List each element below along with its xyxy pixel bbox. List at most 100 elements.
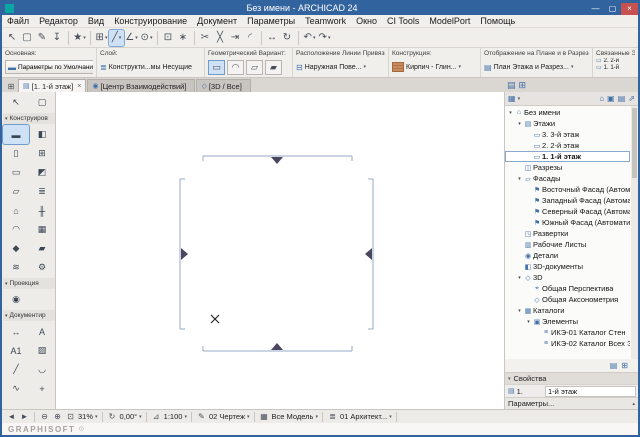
scale-value[interactable]: 1:100 [164, 412, 183, 421]
tree-expander-icon[interactable]: ▾ [516, 121, 523, 127]
plan-display-dropdown[interactable]: ▤ План Этажа и Разрез... ▾ [484, 58, 589, 76]
elevation-marker-east[interactable] [365, 178, 374, 330]
menu-item[interactable]: Документ [192, 15, 242, 28]
adjust-icon[interactable]: ⇥ [228, 30, 243, 46]
toolbar-button[interactable] [157, 30, 158, 45]
tree-item[interactable]: ◉ Детали [505, 250, 630, 261]
menu-item[interactable]: Конструирование [109, 15, 192, 28]
zoom-in-icon[interactable]: ⊕ [52, 412, 63, 421]
chevron-down-icon[interactable]: ▾ [139, 414, 142, 420]
tree-expander-icon[interactable]: ▾ [525, 319, 532, 325]
grid-snap-icon[interactable]: ⊞ ▾ [94, 30, 109, 46]
tool-curtain-wall[interactable]: ▦ [29, 220, 55, 239]
tree-item[interactable]: ▾ ◇ 3D [505, 272, 630, 283]
tree-item[interactable]: ◳ Развертки [505, 228, 630, 239]
tree-item[interactable]: ▾ ▦ Каталоги [505, 305, 630, 316]
partial-structure-value[interactable]: Все Модель [272, 412, 314, 421]
default-settings-button[interactable]: ▬ Параметры по Умолчанию [5, 60, 93, 74]
tool-object[interactable]: ⚙ [29, 258, 55, 277]
marquee-tool-icon[interactable]: ▢ [20, 30, 35, 46]
minimize-button[interactable]: — [587, 3, 604, 15]
tool-fill[interactable]: ▨ [29, 341, 55, 360]
properties-panel-header[interactable]: ▾ Свойства [505, 372, 638, 384]
toolbar-button[interactable] [194, 30, 195, 45]
tree-item[interactable]: ▾ ⌂ Без имени [505, 107, 630, 118]
geometry-trapezoid-icon[interactable]: ▱ [246, 59, 263, 75]
menu-item[interactable]: Вид [83, 15, 109, 28]
title-bar[interactable]: Без имени - ARCHICAD 24 — ▢ × [2, 2, 638, 15]
document-tab[interactable]: ▤ [1. 1-й этаж] × [18, 79, 87, 92]
floor-plan-canvas[interactable] [56, 92, 504, 409]
organizer-icon[interactable]: ⊞ [518, 80, 526, 91]
tool-hotspot[interactable]: + [29, 379, 55, 398]
tree-item[interactable]: ≡ ИКЭ-02 Каталог Всех Элемен [505, 338, 630, 349]
orientation-value[interactable]: 0,00° [120, 412, 138, 421]
layer-combination-icon[interactable]: ≣ [327, 412, 338, 421]
tree-expander-icon[interactable]: ▾ [516, 275, 523, 281]
layer-selector[interactable]: ≣ Конструкти...мы Несущие [100, 58, 201, 76]
tool-railing[interactable]: ╫ [29, 201, 55, 220]
tree-item[interactable]: ▭ 1. 1-й этаж [505, 151, 630, 162]
trim-icon[interactable]: ✂ [198, 30, 213, 46]
toolbox-section-design[interactable]: ▾ Конструиров [3, 113, 55, 124]
tool-window[interactable]: ⊞ [29, 144, 55, 163]
tool-zone[interactable]: ▰ [29, 239, 55, 258]
select-tool-icon[interactable]: ↖ [5, 30, 20, 46]
tree-scrollbar-thumb[interactable] [632, 108, 637, 178]
previous-view-icon[interactable]: ◄ [6, 412, 17, 421]
maximize-button[interactable]: ▢ [604, 3, 621, 15]
toolbox-section-projection[interactable]: ▾ Проекция [3, 278, 55, 289]
next-view-icon[interactable]: ► [19, 412, 30, 421]
pen-set-value[interactable]: 02 Чертеж [209, 412, 245, 421]
layout-book-icon[interactable]: ▤ [618, 94, 626, 103]
partial-structure-icon[interactable]: ▦ [259, 412, 270, 421]
tool-skylight[interactable]: ◩ [29, 163, 55, 182]
tool-column[interactable]: ▯ [3, 144, 29, 163]
toolbar-button[interactable] [68, 30, 69, 45]
tree-item[interactable]: ◫ Разрезы [505, 162, 630, 173]
project-map-icon[interactable]: ⌂ [599, 94, 604, 103]
favorites-icon[interactable]: ★ ▾ [72, 30, 87, 46]
tool-slab[interactable]: ▱ [3, 182, 29, 201]
fillet-icon[interactable]: ◜ [243, 30, 258, 46]
tree-expander-icon[interactable]: ▾ [516, 308, 523, 314]
close-button[interactable]: × [621, 2, 638, 15]
zoom-level-value[interactable]: 31% [78, 412, 93, 421]
tool-text[interactable]: A [29, 322, 55, 341]
redo-icon[interactable]: ↷ ▾ [317, 30, 332, 46]
menu-item[interactable]: Параметры [242, 15, 300, 28]
tree-expander-icon[interactable]: ▾ [516, 176, 523, 182]
tree-item[interactable]: ⚑ Северный Фасад (Автоматич [505, 206, 630, 217]
tool-dimension[interactable]: ↔ [3, 322, 29, 341]
elevation-marker-south[interactable] [202, 343, 353, 352]
chevron-down-icon[interactable]: ▾ [184, 414, 187, 420]
layer-combination-value[interactable]: 01 Архитект... [340, 412, 387, 421]
chevron-down-icon[interactable]: ▾ [95, 414, 98, 420]
tool-shell[interactable]: ◠ [3, 220, 29, 239]
chevron-down-icon[interactable]: ▾ [247, 414, 250, 420]
snap-points-icon[interactable]: ⊙ ▾ [139, 30, 154, 46]
tree-item[interactable]: ▥ Рабочие Листы [505, 239, 630, 250]
chevron-down-icon[interactable]: ▾ [389, 414, 392, 420]
tree-item[interactable]: ▭ 3. 3-й этаж [505, 129, 630, 140]
tree-expander-icon[interactable]: ▾ [507, 110, 514, 116]
tree-item[interactable]: ⚑ Восточный Фасад (Автоматич [505, 184, 630, 195]
zoom-out-icon[interactable]: ⊖ [39, 412, 50, 421]
scale-icon[interactable]: ⊿ [151, 412, 162, 421]
structure-dropdown[interactable]: Кирпич - Глин... ▾ [392, 58, 477, 76]
tool-select[interactable]: ↖ [3, 93, 29, 112]
pop-up-navigator-icon[interactable]: ▤ [507, 80, 516, 91]
undo-icon[interactable]: ↶ ▾ [302, 30, 317, 46]
geometry-polygon-icon[interactable]: ▰ [265, 59, 282, 75]
suspend-groups-icon[interactable]: ⊡ [161, 30, 176, 46]
tree-item[interactable]: ▾ ▱ Фасады [505, 173, 630, 184]
orientation-icon[interactable]: ↻ [107, 412, 118, 421]
tool-roof[interactable]: ⌂ [3, 201, 29, 220]
linked-story[interactable]: ▭ 2. 2-й [596, 58, 619, 65]
chevron-down-icon[interactable]: ▾ [315, 414, 318, 420]
linked-story[interactable]: ▭ 1. 1-й [596, 65, 619, 72]
snap-guides-icon[interactable]: ∠ ▾ [124, 30, 139, 46]
magic-wand-icon[interactable]: ∗ [176, 30, 191, 46]
settings-bar[interactable]: Параметры... ▴ [505, 397, 638, 409]
publisher-icon[interactable]: ⇗ [628, 94, 635, 103]
